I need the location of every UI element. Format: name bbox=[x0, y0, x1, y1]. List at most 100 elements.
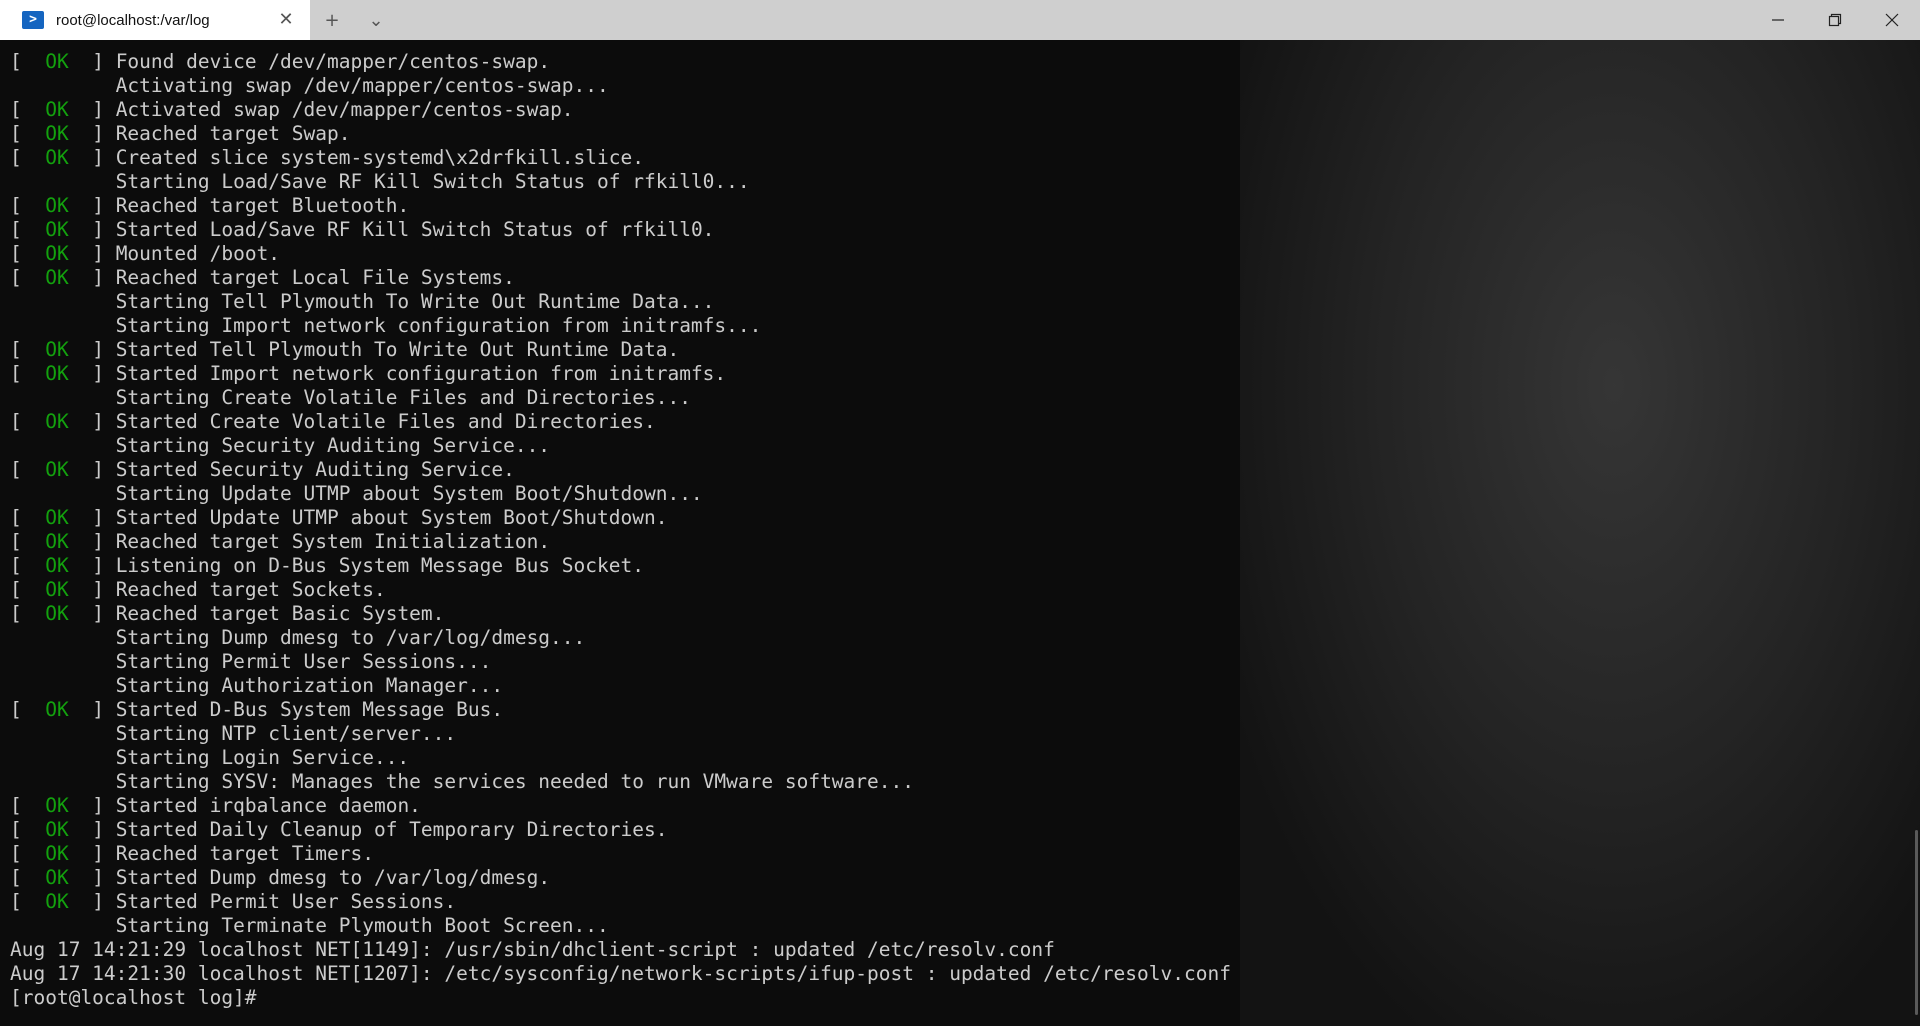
line-text: Listening on D-Bus System Message Bus So… bbox=[115, 554, 644, 577]
terminal-line: Starting Update UTMP about System Boot/S… bbox=[10, 482, 1231, 506]
terminal-line: [ OK ] Reached target Swap. bbox=[10, 122, 351, 145]
line-text: Starting Import network configuration fr… bbox=[115, 314, 762, 337]
line-text: Started Daily Cleanup of Temporary Direc… bbox=[115, 818, 668, 841]
line-text: Starting Update UTMP about System Boot/S… bbox=[115, 482, 703, 505]
ok-status: OK bbox=[45, 554, 69, 577]
terminal-line: [ OK ] Activated swap /dev/mapper/centos… bbox=[10, 98, 574, 121]
terminal-line: [ OK ] Started Daily Cleanup of Temporar… bbox=[10, 818, 668, 841]
terminal-line: [ OK ] Reached target Basic System. bbox=[10, 602, 445, 625]
minimize-button[interactable] bbox=[1749, 0, 1806, 40]
line-text: Started Create Volatile Files and Direct… bbox=[115, 410, 656, 433]
ok-status: OK bbox=[45, 794, 69, 817]
ok-status: OK bbox=[45, 506, 69, 529]
terminal-line: Starting NTP client/server... bbox=[10, 722, 1231, 746]
maximize-button[interactable] bbox=[1806, 0, 1863, 40]
line-text: Starting Terminate Plymouth Boot Screen.… bbox=[115, 914, 609, 937]
scrollbar[interactable] bbox=[1915, 830, 1918, 1015]
terminal-line: Starting SYSV: Manages the services need… bbox=[10, 770, 1231, 794]
ok-status: OK bbox=[45, 818, 69, 841]
line-text: Mounted /boot. bbox=[115, 242, 281, 265]
line-text: Starting Dump dmesg to /var/log/dmesg... bbox=[115, 626, 586, 649]
terminal-line: Starting Create Volatile Files and Direc… bbox=[10, 386, 1231, 410]
line-text: Reached target System Initialization. bbox=[115, 530, 551, 553]
terminal-output: [ OK ] Found device /dev/mapper/centos-s… bbox=[10, 50, 1231, 1010]
ok-status: OK bbox=[45, 578, 69, 601]
line-text: Reached target Timers. bbox=[115, 842, 374, 865]
ok-status: OK bbox=[45, 98, 69, 121]
line-text: Started Dump dmesg to /var/log/dmesg. bbox=[115, 866, 551, 889]
plus-icon: + bbox=[324, 9, 340, 31]
tab-terminal[interactable]: > root@localhost:/var/log ✕ bbox=[0, 0, 310, 40]
terminal-line: [ OK ] Reached target System Initializat… bbox=[10, 530, 551, 553]
ok-status: OK bbox=[45, 362, 69, 385]
ok-status: OK bbox=[45, 266, 69, 289]
ok-status: OK bbox=[45, 242, 69, 265]
line-text: Aug 17 14:21:29 localhost NET[1149]: /us… bbox=[10, 938, 1055, 961]
terminal-line: [ OK ] Reached target Sockets. bbox=[10, 578, 386, 601]
line-text: Created slice system-systemd\x2drfkill.s… bbox=[115, 146, 644, 169]
ok-status: OK bbox=[45, 698, 69, 721]
close-icon bbox=[1885, 13, 1898, 27]
tab-dropdown-button[interactable]: ⌄ bbox=[354, 0, 398, 40]
terminal-line: [ OK ] Started Update UTMP about System … bbox=[10, 506, 668, 529]
ok-status: OK bbox=[45, 146, 69, 169]
close-window-button[interactable] bbox=[1863, 0, 1920, 40]
line-text: Started Load/Save RF Kill Switch Status … bbox=[115, 218, 715, 241]
terminal-line: [ OK ] Started Tell Plymouth To Write Ou… bbox=[10, 338, 680, 361]
background-image bbox=[1240, 40, 1920, 1026]
line-text: Started Tell Plymouth To Write Out Runti… bbox=[115, 338, 680, 361]
terminal-line: [ OK ] Listening on D-Bus System Message… bbox=[10, 554, 644, 577]
terminal-line: [ OK ] Started irqbalance daemon. bbox=[10, 794, 421, 817]
terminal-line: Starting Tell Plymouth To Write Out Runt… bbox=[10, 290, 1231, 314]
line-text: Starting Authorization Manager... bbox=[115, 674, 504, 697]
minimize-icon bbox=[1771, 19, 1784, 21]
terminal-line: Starting Login Service... bbox=[10, 746, 1231, 770]
ok-status: OK bbox=[45, 890, 69, 913]
line-text: Started Security Auditing Service. bbox=[115, 458, 515, 481]
line-text: Activated swap /dev/mapper/centos-swap. bbox=[115, 98, 574, 121]
line-text: Reached target Basic System. bbox=[115, 602, 445, 625]
close-tab-icon[interactable]: ✕ bbox=[276, 10, 296, 30]
ok-status: OK bbox=[45, 530, 69, 553]
ok-status: OK bbox=[45, 602, 69, 625]
chevron-down-icon: ⌄ bbox=[368, 9, 384, 31]
terminal-line: [ OK ] Started Security Auditing Service… bbox=[10, 458, 515, 481]
line-text: Starting Create Volatile Files and Direc… bbox=[115, 386, 691, 409]
line-text: Starting SYSV: Manages the services need… bbox=[115, 770, 914, 793]
terminal-line: [ OK ] Started Load/Save RF Kill Switch … bbox=[10, 218, 715, 241]
tab-title: root@localhost:/var/log bbox=[56, 11, 210, 29]
terminal-line: Starting Terminate Plymouth Boot Screen.… bbox=[10, 914, 1231, 938]
terminal-line: [ OK ] Started Dump dmesg to /var/log/dm… bbox=[10, 866, 551, 889]
line-text: Started irqbalance daemon. bbox=[115, 794, 421, 817]
ok-status: OK bbox=[45, 842, 69, 865]
terminal-line: Starting Import network configuration fr… bbox=[10, 314, 1231, 338]
line-text: Starting Login Service... bbox=[115, 746, 410, 769]
terminal-line: [ OK ] Reached target Bluetooth. bbox=[10, 194, 410, 217]
ok-status: OK bbox=[45, 410, 69, 433]
line-text: Reached target Local File Systems. bbox=[115, 266, 515, 289]
terminal-line: Starting Permit User Sessions... bbox=[10, 650, 1231, 674]
line-text: Found device /dev/mapper/centos-swap. bbox=[115, 50, 551, 73]
ok-status: OK bbox=[45, 122, 69, 145]
terminal-line: [ OK ] Mounted /boot. bbox=[10, 242, 281, 265]
title-bar: > root@localhost:/var/log ✕ + ⌄ bbox=[0, 0, 1920, 40]
terminal-line: Aug 17 14:21:30 localhost NET[1207]: /et… bbox=[10, 962, 1231, 986]
terminal-line: [root@localhost log]# bbox=[10, 986, 1231, 1010]
new-tab-button[interactable]: + bbox=[310, 0, 354, 40]
drag-region[interactable] bbox=[398, 0, 1749, 40]
ok-status: OK bbox=[45, 338, 69, 361]
terminal-line: Starting Load/Save RF Kill Switch Status… bbox=[10, 170, 1231, 194]
ok-status: OK bbox=[45, 218, 69, 241]
line-text: Aug 17 14:21:30 localhost NET[1207]: /et… bbox=[10, 962, 1231, 985]
terminal-line: Starting Security Auditing Service... bbox=[10, 434, 1231, 458]
terminal-line: Activating swap /dev/mapper/centos-swap.… bbox=[10, 74, 1231, 98]
terminal-line: [ OK ] Reached target Local File Systems… bbox=[10, 266, 515, 289]
line-text: Starting Tell Plymouth To Write Out Runt… bbox=[115, 290, 715, 313]
line-text: Started D-Bus System Message Bus. bbox=[115, 698, 504, 721]
ok-status: OK bbox=[45, 50, 69, 73]
line-text: Starting Load/Save RF Kill Switch Status… bbox=[115, 170, 750, 193]
line-text: [root@localhost log]# bbox=[10, 986, 269, 1009]
ok-status: OK bbox=[45, 194, 69, 217]
terminal-line: [ OK ] Found device /dev/mapper/centos-s… bbox=[10, 50, 551, 73]
terminal-area[interactable]: [ OK ] Found device /dev/mapper/centos-s… bbox=[0, 40, 1920, 1026]
